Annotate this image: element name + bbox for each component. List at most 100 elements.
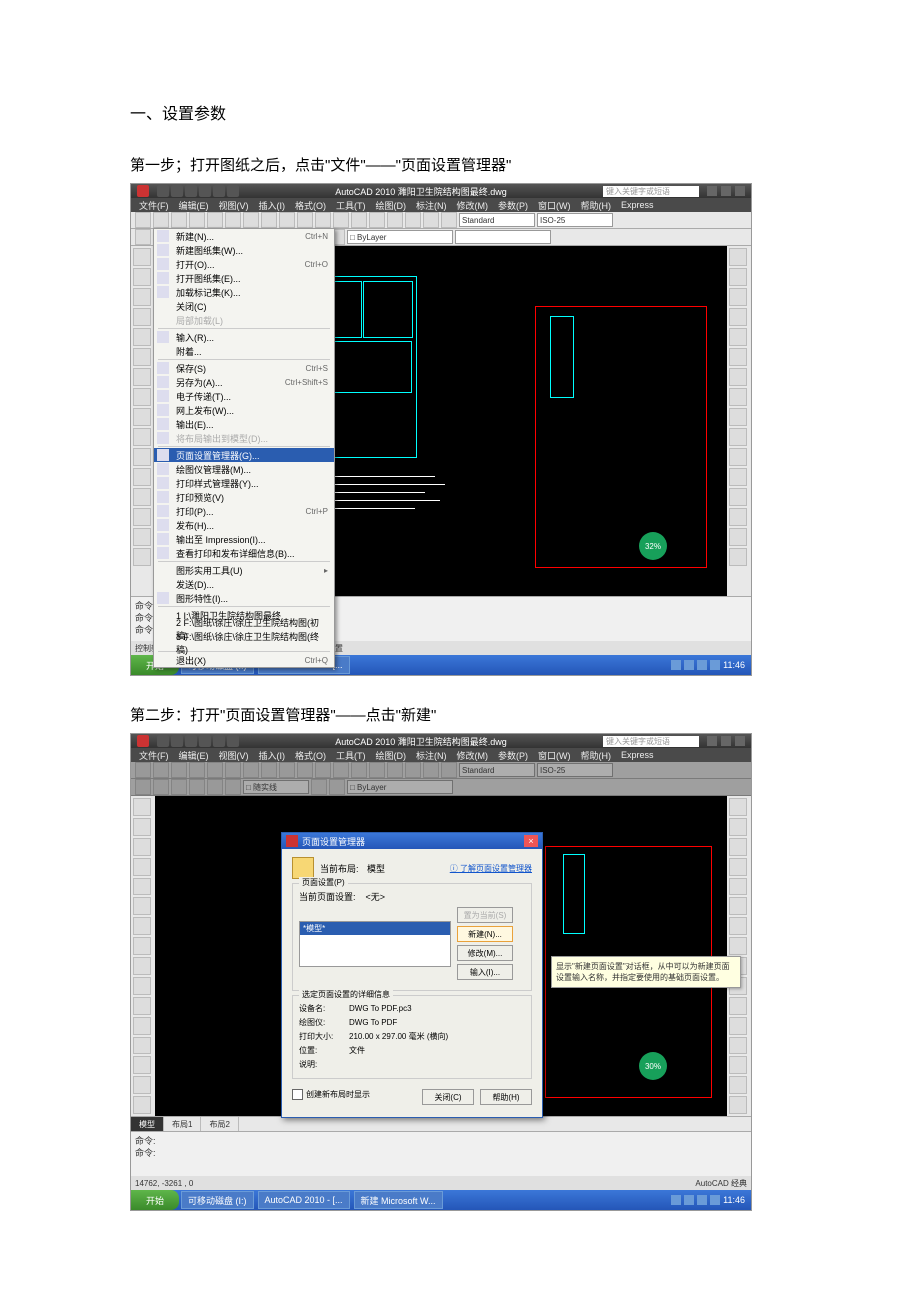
close-button[interactable]: 关闭(C): [422, 1089, 474, 1105]
tool-icon[interactable]: [133, 897, 151, 915]
tool-icon[interactable]: [729, 1096, 747, 1114]
taskbar-item-1[interactable]: 可移动磁盘 (I:): [181, 1191, 254, 1209]
menu-item[interactable]: 标注(N): [416, 749, 447, 762]
tool-icon[interactable]: [729, 897, 747, 915]
tool-icon[interactable]: [133, 858, 151, 876]
menu-item[interactable]: Express: [621, 200, 654, 210]
tool-icon[interactable]: [729, 448, 747, 466]
file-menu-item[interactable]: 发送(D)...: [154, 577, 334, 591]
tool-icon[interactable]: [729, 937, 747, 955]
list-item-model[interactable]: *模型*: [300, 922, 450, 935]
layout-tabs[interactable]: 模型布局1布局2: [131, 1116, 751, 1131]
tool-icon[interactable]: [729, 408, 747, 426]
tool-icon[interactable]: [729, 997, 747, 1015]
tool-icon[interactable]: [729, 248, 747, 266]
menu-item[interactable]: 视图(V): [219, 199, 249, 212]
tool-icon[interactable]: [729, 488, 747, 506]
quick-access-toolbar[interactable]: [157, 735, 239, 747]
tool-icon[interactable]: [133, 528, 151, 546]
toolbar-row-1[interactable]: Standard ISO-25: [131, 212, 751, 229]
tool-icon[interactable]: [133, 268, 151, 286]
tool-icon[interactable]: [729, 508, 747, 526]
menu-item[interactable]: 修改(M): [457, 199, 489, 212]
tool-icon[interactable]: [133, 838, 151, 856]
show-on-new-layout-checkbox[interactable]: 创建新布局时显示: [292, 1089, 370, 1100]
menu-item[interactable]: 文件(F): [139, 199, 169, 212]
tool-icon[interactable]: [729, 818, 747, 836]
menu-item[interactable]: 工具(T): [336, 199, 366, 212]
file-menu-item[interactable]: 加载标记集(K)...: [154, 285, 334, 299]
tool-icon[interactable]: [729, 368, 747, 386]
left-tool-palette[interactable]: [131, 796, 155, 1116]
menu-item[interactable]: 标注(N): [416, 199, 447, 212]
tool-icon[interactable]: [729, 528, 747, 546]
menu-item[interactable]: 工具(T): [336, 749, 366, 762]
tool-icon[interactable]: [133, 468, 151, 486]
tool-icon[interactable]: [133, 937, 151, 955]
tool-icon[interactable]: [729, 1076, 747, 1094]
start-button[interactable]: 开始: [131, 1190, 179, 1210]
file-menu-dropdown[interactable]: 新建(N)...Ctrl+N新建图纸集(W)...打开(O)...Ctrl+O打…: [153, 228, 335, 668]
tool-icon[interactable]: [729, 308, 747, 326]
menu-item[interactable]: Express: [621, 750, 654, 760]
window-buttons[interactable]: [707, 736, 745, 746]
tool-icon[interactable]: [729, 288, 747, 306]
menu-item[interactable]: 帮助(H): [581, 199, 612, 212]
file-menu-item[interactable]: 电子传递(T)...: [154, 389, 334, 403]
system-tray[interactable]: 11:46: [665, 1195, 751, 1205]
help-search[interactable]: 键入关键字或短语: [603, 736, 699, 747]
file-menu-item[interactable]: 附着...: [154, 344, 334, 358]
tool-icon[interactable]: [133, 977, 151, 995]
file-menu-item[interactable]: 新建图纸集(W)...: [154, 243, 334, 257]
menu-item[interactable]: 编辑(E): [179, 199, 209, 212]
system-tray[interactable]: 11:46: [665, 660, 751, 670]
file-menu-item[interactable]: 另存为(A)...Ctrl+Shift+S: [154, 375, 334, 389]
new-button[interactable]: 新建(N)...: [457, 926, 513, 942]
tool-icon[interactable]: [729, 1056, 747, 1074]
file-menu-item[interactable]: 打印(P)...Ctrl+P: [154, 504, 334, 518]
file-menu-item[interactable]: 查看打印和发布详细信息(B)...: [154, 546, 334, 560]
help-link[interactable]: ⓘ 了解页面设置管理器: [450, 863, 532, 874]
menu-item[interactable]: 参数(P): [498, 749, 528, 762]
tool-icon[interactable]: [133, 1056, 151, 1074]
tool-icon[interactable]: [729, 468, 747, 486]
tool-icon[interactable]: [133, 428, 151, 446]
menu-item[interactable]: 窗口(W): [538, 199, 571, 212]
file-menu-item[interactable]: 绘图仪管理器(M)...: [154, 462, 334, 476]
tool-icon[interactable]: [729, 858, 747, 876]
file-menu-item[interactable]: 3 F:\图纸\徐庄\徐庄卫生院结构图(终稿): [154, 636, 334, 650]
file-menu-item[interactable]: 图形特性(I)...: [154, 591, 334, 605]
tool-icon[interactable]: [729, 838, 747, 856]
tool-icon[interactable]: [729, 348, 747, 366]
tool-icon[interactable]: [133, 917, 151, 935]
windows-taskbar[interactable]: 开始 可移动磁盘 (I:) AutoCAD 2010 - [... 新建 Mic…: [131, 1190, 751, 1210]
file-menu-item[interactable]: 网上发布(W)...: [154, 403, 334, 417]
menu-item[interactable]: 绘图(D): [376, 199, 407, 212]
layout-tab[interactable]: 模型: [131, 1117, 164, 1131]
tool-icon[interactable]: [729, 268, 747, 286]
right-tool-palette[interactable]: [727, 246, 751, 596]
menu-item[interactable]: 窗口(W): [538, 749, 571, 762]
tool-icon[interactable]: [133, 1017, 151, 1035]
modify-button[interactable]: 修改(M)...: [457, 945, 513, 961]
tool-icon[interactable]: [133, 957, 151, 975]
tool-icon[interactable]: [133, 997, 151, 1015]
file-menu-item[interactable]: 保存(S)Ctrl+S: [154, 361, 334, 375]
dialog-title-bar[interactable]: 页面设置管理器 ×: [282, 833, 542, 849]
menu-item[interactable]: 视图(V): [219, 749, 249, 762]
tool-icon[interactable]: [133, 798, 151, 816]
file-menu-item[interactable]: 输出至 Impression(I)...: [154, 532, 334, 546]
file-menu-item[interactable]: 页面设置管理器(G)...: [154, 448, 334, 462]
file-menu-item[interactable]: 打印样式管理器(Y)...: [154, 476, 334, 490]
taskbar-item-2[interactable]: AutoCAD 2010 - [...: [258, 1191, 350, 1209]
tool-icon[interactable]: [133, 328, 151, 346]
tool-icon[interactable]: [133, 548, 151, 566]
menu-item[interactable]: 编辑(E): [179, 749, 209, 762]
menu-item[interactable]: 帮助(H): [581, 749, 612, 762]
tool-icon[interactable]: [133, 388, 151, 406]
help-search[interactable]: 键入关键字或短语: [603, 186, 699, 197]
tool-icon[interactable]: [133, 408, 151, 426]
style-combo[interactable]: Standard: [459, 213, 535, 227]
tool-icon[interactable]: [133, 1076, 151, 1094]
tool-icon[interactable]: [729, 798, 747, 816]
